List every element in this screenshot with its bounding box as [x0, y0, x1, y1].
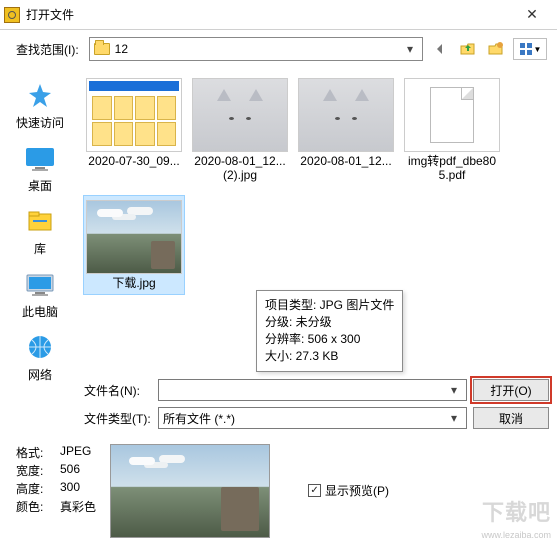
title-bar: 打开文件 ✕ — [0, 0, 557, 30]
filetype-value: 所有文件 (*.*) — [163, 410, 446, 427]
info-key: 颜色: — [16, 498, 60, 516]
thumbnail-icon — [298, 78, 394, 152]
back-button[interactable] — [429, 38, 451, 60]
tooltip-line: 大小: 27.3 KB — [265, 348, 394, 365]
file-info-table: 格式:JPEG 宽度:506 高度:300 颜色:真彩色 — [16, 444, 96, 516]
file-list[interactable]: 2020-07-30_09... 2020-08-01_12... (2).jp… — [80, 68, 557, 374]
place-libraries[interactable]: 库 — [23, 208, 57, 257]
tooltip-line: 分辨率: 506 x 300 — [265, 331, 394, 348]
place-this-pc[interactable]: 此电脑 — [22, 271, 58, 320]
file-tooltip: 项目类型: JPG 图片文件 分级: 未分级 分辨率: 506 x 300 大小… — [256, 290, 403, 372]
file-name: 2020-08-01_12... — [298, 154, 393, 172]
look-in-value: 12 — [115, 42, 402, 56]
open-button[interactable]: 打开(O) — [473, 379, 549, 401]
look-in-label: 查找范围(I): — [16, 41, 79, 58]
info-key: 高度: — [16, 480, 60, 498]
checkbox-icon: ✓ — [308, 484, 321, 497]
new-folder-button[interactable] — [485, 38, 507, 60]
show-preview-checkbox[interactable]: ✓ 显示预览(P) — [308, 482, 389, 499]
places-bar: 快速访问 桌面 库 此电脑 网络 — [0, 68, 80, 436]
tooltip-line: 项目类型: JPG 图片文件 — [265, 297, 394, 314]
info-value: 真彩色 — [60, 498, 96, 516]
chevron-down-icon: ▼ — [534, 45, 542, 54]
place-network[interactable]: 网络 — [23, 334, 57, 383]
info-value: 300 — [60, 480, 80, 498]
filetype-combo[interactable]: 所有文件 (*.*) ▾ — [158, 407, 467, 429]
place-label: 快速访问 — [16, 114, 64, 131]
app-icon — [4, 7, 20, 23]
file-name: img转pdf_dbe805.pdf — [402, 154, 502, 186]
file-name: 2020-08-01_12... (2).jpg — [190, 154, 290, 186]
info-key: 宽度: — [16, 462, 60, 480]
place-desktop[interactable]: 桌面 — [23, 145, 57, 194]
views-button[interactable]: ▼ — [513, 38, 547, 60]
file-item-selected[interactable]: 下载.jpg — [84, 196, 184, 294]
thumbnail-icon — [86, 78, 182, 152]
file-item[interactable]: 2020-08-01_12... (2).jpg — [190, 74, 290, 186]
watermark: 下载吧 www.lezaiba.com — [481, 502, 551, 546]
place-quick-access[interactable]: 快速访问 — [16, 82, 64, 131]
info-value: JPEG — [60, 444, 91, 462]
tooltip-line: 分级: 未分级 — [265, 314, 394, 331]
filename-label: 文件名(N): — [82, 382, 152, 399]
thumbnail-icon — [86, 200, 182, 274]
look-in-combo[interactable]: 12 ▾ — [89, 37, 423, 61]
file-name: 2020-07-30_09... — [86, 154, 181, 172]
file-item[interactable]: 2020-08-01_12... — [296, 74, 396, 186]
close-button[interactable]: ✕ — [511, 1, 553, 29]
file-item[interactable]: 2020-07-30_09... — [84, 74, 184, 186]
filetype-label: 文件类型(T): — [82, 410, 152, 427]
up-button[interactable] — [457, 38, 479, 60]
thumbnail-icon — [192, 78, 288, 152]
info-key: 格式: — [16, 444, 60, 462]
window-title: 打开文件 — [26, 6, 511, 23]
cancel-button[interactable]: 取消 — [473, 407, 549, 429]
look-in-toolbar: 查找范围(I): 12 ▾ ▼ — [0, 30, 557, 68]
chevron-down-icon: ▾ — [446, 383, 462, 397]
show-preview-label: 显示预览(P) — [325, 482, 389, 499]
place-label: 网络 — [28, 366, 52, 383]
preview-panel: 格式:JPEG 宽度:506 高度:300 颜色:真彩色 ✓ 显示预览(P) 下… — [0, 436, 557, 546]
thumbnail-icon — [404, 78, 500, 152]
file-name: 下载.jpg — [110, 276, 157, 294]
chevron-down-icon: ▾ — [402, 42, 418, 56]
place-label: 桌面 — [28, 177, 52, 194]
filename-combo[interactable]: ▾ — [158, 379, 467, 401]
chevron-down-icon: ▾ — [446, 411, 462, 425]
folder-icon — [94, 43, 110, 55]
place-label: 此电脑 — [22, 303, 58, 320]
file-item[interactable]: img转pdf_dbe805.pdf — [402, 74, 502, 186]
preview-image — [110, 444, 270, 538]
place-label: 库 — [34, 240, 46, 257]
info-value: 506 — [60, 462, 80, 480]
